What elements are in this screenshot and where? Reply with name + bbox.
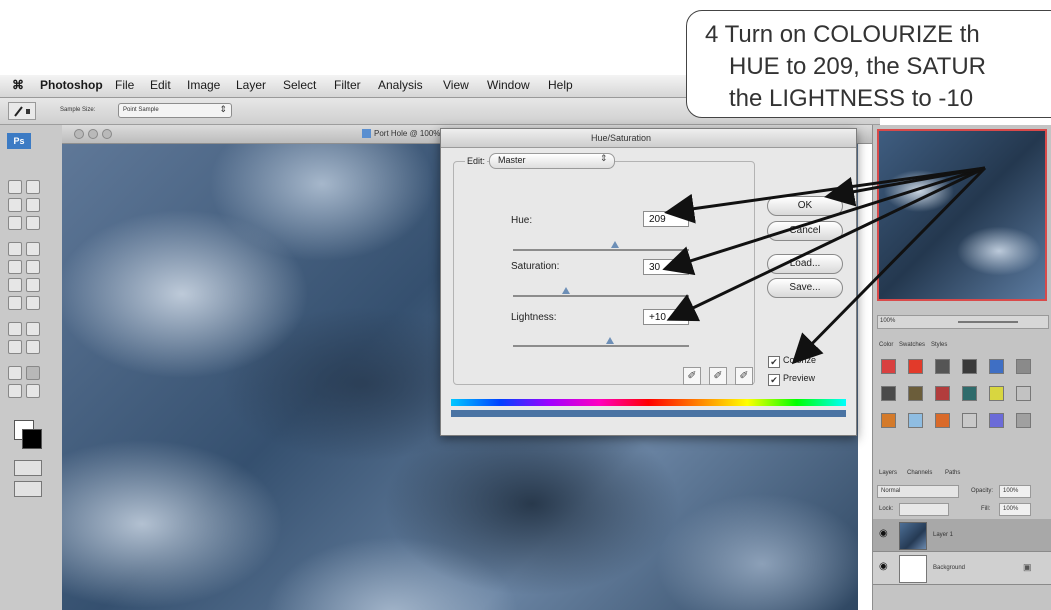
annotation-arrows	[662, 166, 987, 365]
